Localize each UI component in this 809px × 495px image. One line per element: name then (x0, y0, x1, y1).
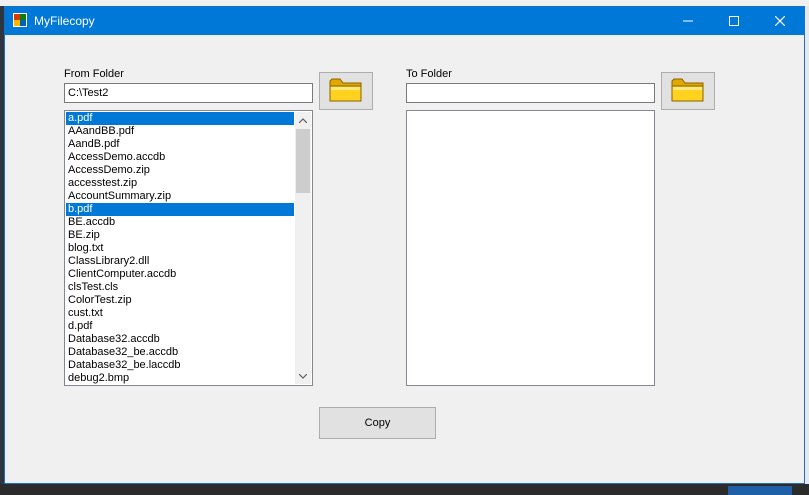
list-item[interactable]: BE.accdb (66, 216, 294, 229)
list-item[interactable]: d.pdf (66, 320, 294, 333)
list-item[interactable]: ColorTest.zip (66, 294, 294, 307)
desktop-background-bottom (0, 484, 809, 495)
from-folder-browse-button[interactable] (319, 72, 373, 110)
scroll-down-button[interactable] (295, 368, 311, 384)
list-item[interactable]: AccessDemo.zip (66, 164, 294, 177)
window-title: MyFilecopy (34, 14, 95, 28)
folder-icon (671, 77, 705, 106)
app-window: MyFilecopy From Folder a (4, 6, 805, 484)
from-folder-label: From Folder (64, 68, 124, 80)
minimize-button[interactable] (665, 7, 711, 35)
list-item[interactable]: Database32_be.laccdb (66, 359, 294, 372)
to-file-listbox[interactable] (406, 110, 655, 386)
list-item[interactable]: blog.txt (66, 242, 294, 255)
scroll-thumb[interactable] (296, 129, 310, 193)
to-folder-input[interactable] (406, 83, 655, 103)
title-bar[interactable]: MyFilecopy (5, 7, 804, 35)
copy-button[interactable]: Copy (319, 407, 436, 439)
desktop-background-right (805, 6, 809, 495)
close-button[interactable] (757, 7, 803, 35)
list-item[interactable]: debug2.bmp (66, 372, 294, 385)
list-item[interactable]: a.pdf (66, 112, 294, 125)
list-item[interactable]: AandB.pdf (66, 138, 294, 151)
from-folder-input[interactable] (64, 83, 313, 103)
app-icon (13, 13, 27, 27)
from-file-listbox[interactable]: a.pdf AAandBB.pdf AandB.pdf AccessDemo.accd… (64, 110, 313, 386)
to-folder-browse-button[interactable] (661, 72, 715, 110)
file-list-scrollbar[interactable] (295, 112, 311, 384)
list-item[interactable]: Database32_be.accdb (66, 346, 294, 359)
minimize-icon (683, 13, 693, 29)
desktop-background-accent (728, 486, 792, 495)
list-item[interactable]: cust.txt (66, 307, 294, 320)
chevron-down-icon (298, 371, 308, 381)
scroll-up-button[interactable] (295, 112, 311, 128)
list-item[interactable]: AccessDemo.accdb (66, 151, 294, 164)
maximize-button[interactable] (711, 7, 757, 35)
list-item[interactable]: AAandBB.pdf (66, 125, 294, 138)
list-item[interactable]: b.pdf (66, 203, 294, 216)
list-item[interactable]: AccountSummary.zip (66, 190, 294, 203)
to-folder-label: To Folder (406, 68, 452, 80)
chevron-up-icon (298, 115, 308, 125)
file-list: a.pdf AAandBB.pdf AandB.pdf AccessDemo.accd… (66, 112, 294, 385)
list-item[interactable]: clsTest.cls (66, 281, 294, 294)
list-item[interactable]: Database32.accdb (66, 333, 294, 346)
list-item[interactable]: ClientComputer.accdb (66, 268, 294, 281)
folder-icon (329, 77, 363, 106)
list-item[interactable]: ClassLibrary2.dll (66, 255, 294, 268)
maximize-icon (729, 13, 739, 29)
list-item[interactable]: BE.zip (66, 229, 294, 242)
list-item[interactable]: accesstest.zip (66, 177, 294, 190)
close-icon (774, 13, 786, 29)
